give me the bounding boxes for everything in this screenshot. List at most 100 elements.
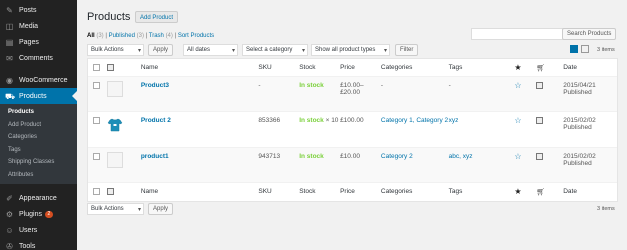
filter-published[interactable]: Published — [109, 33, 135, 39]
table-row: product1 943713 In stock £10.00 Category… — [88, 148, 617, 183]
product-price: £10.00–£20.00 — [340, 82, 364, 96]
col-tags: Tags — [448, 64, 463, 71]
menu-users[interactable]: ☺ Users — [0, 222, 77, 238]
image-column-icon — [106, 64, 114, 71]
table-header-row: Name SKU Stock Price Categories Tags ★ 🛒… — [88, 59, 617, 77]
product-tags[interactable]: xyz — [449, 112, 515, 147]
menu-posts[interactable]: ✎ Posts — [0, 2, 77, 18]
product-type-icon — [536, 117, 544, 124]
row-checkbox[interactable] — [93, 117, 100, 124]
dates-value: All dates — [187, 47, 211, 53]
featured-column-star-icon[interactable]: ★ — [514, 187, 521, 196]
product-name-link[interactable]: product1 — [141, 148, 259, 182]
product-price: £100.00 — [340, 117, 364, 124]
bulk-actions-select[interactable]: Bulk Actions ▾ — [87, 44, 144, 56]
filter-button[interactable]: Filter — [395, 44, 419, 56]
plugins-icon: ⚙ — [5, 209, 14, 219]
col-sku-footer[interactable]: SKU — [258, 183, 299, 201]
product-sku: 943713 — [258, 153, 281, 160]
menu-appearance-label: Appearance — [19, 194, 57, 202]
row-checkbox[interactable] — [93, 82, 100, 89]
pages-icon: ▤ — [5, 37, 14, 47]
product-name-link[interactable]: Product3 — [141, 77, 259, 111]
products-icon: ⛟ — [5, 91, 16, 101]
tshirt-thumbnail-icon[interactable] — [107, 117, 123, 133]
product-name-link[interactable]: Product 2 — [141, 112, 259, 147]
product-thumbnail-placeholder[interactable] — [106, 81, 123, 97]
menu-posts-label: Posts — [19, 6, 37, 14]
stock-status: In stock — [299, 117, 324, 124]
menu-woocommerce-label: WooCommerce — [19, 76, 68, 84]
col-date-footer[interactable]: Date — [563, 183, 617, 201]
add-product-button[interactable]: Add Product — [135, 11, 179, 23]
excerpt-view-icon[interactable] — [581, 45, 589, 53]
product-categories[interactable]: Category 2 — [381, 148, 449, 182]
products-submenu: Products Add Product Categories Tags Shi… — [0, 104, 77, 184]
menu-media[interactable]: ◫ Media — [0, 18, 77, 34]
col-price[interactable]: Price — [340, 59, 381, 76]
menu-pages[interactable]: ▤ Pages — [0, 34, 77, 50]
list-view-icon[interactable] — [570, 45, 578, 53]
dates-select[interactable]: All dates ▾ — [183, 44, 238, 56]
menu-appearance[interactable]: ✐ Appearance — [0, 190, 77, 206]
apply-button-bottom[interactable]: Apply — [148, 203, 174, 215]
filter-all-count: (3) — [96, 33, 104, 39]
menu-tools-label: Tools — [19, 242, 36, 250]
submenu-tags[interactable]: Tags — [0, 144, 77, 157]
select-all-checkbox-footer[interactable] — [93, 188, 100, 195]
apply-button[interactable]: Apply — [148, 44, 174, 56]
product-type-icon — [536, 82, 544, 89]
menu-tools[interactable]: ✇ Tools — [0, 238, 77, 250]
featured-column-star-icon[interactable]: ★ — [514, 63, 521, 72]
woocommerce-icon: ◉ — [6, 75, 13, 85]
main-content: Products Add Product All (3) | Published… — [77, 0, 627, 250]
menu-comments[interactable]: ✉ Comments — [0, 50, 77, 66]
chevron-down-icon: ▾ — [383, 48, 387, 54]
product-type-select[interactable]: Show all product types ▾ — [311, 44, 390, 56]
type-column-cart-icon: 🛒︎ — [536, 189, 546, 196]
col-tags-footer: Tags — [448, 188, 463, 195]
col-date[interactable]: Date — [563, 59, 617, 76]
featured-star-icon[interactable]: ☆ — [514, 81, 521, 90]
appearance-icon: ✐ — [6, 193, 13, 203]
product-tags[interactable]: abc, xyz — [449, 148, 515, 182]
menu-woocommerce[interactable]: ◉ WooCommerce — [0, 72, 77, 88]
submenu-shipping-classes[interactable]: Shipping Classes — [0, 156, 77, 169]
filter-trash[interactable]: Trash — [149, 33, 164, 39]
featured-star-icon[interactable]: ☆ — [514, 116, 521, 125]
select-all-checkbox[interactable] — [93, 64, 100, 71]
category-value: Select a category — [246, 47, 293, 53]
col-stock: Stock — [299, 64, 316, 71]
col-price-footer[interactable]: Price — [340, 183, 381, 201]
product-sku: 853366 — [258, 117, 281, 124]
menu-products-label: Products — [19, 92, 47, 100]
search-products-button[interactable]: Search Products — [562, 28, 617, 40]
submenu-products[interactable]: Products — [0, 106, 77, 119]
product-categories: - — [380, 82, 384, 89]
col-name[interactable]: Name — [141, 59, 259, 76]
product-thumbnail-placeholder[interactable] — [106, 152, 123, 168]
menu-plugins[interactable]: ⚙ Plugins 2 — [0, 206, 77, 222]
bulk-actions-select-bottom[interactable]: Bulk Actions ▾ — [87, 203, 144, 215]
menu-comments-label: Comments — [19, 54, 53, 62]
sort-products-link[interactable]: Sort Products — [178, 33, 214, 39]
filter-all[interactable]: All — [87, 33, 95, 39]
col-sku[interactable]: SKU — [258, 59, 299, 76]
row-checkbox[interactable] — [93, 153, 100, 160]
featured-star-icon[interactable]: ☆ — [514, 152, 521, 161]
submenu-categories[interactable]: Categories — [0, 131, 77, 144]
bulk-actions-value: Bulk Actions — [91, 47, 124, 53]
chevron-down-icon: ▾ — [137, 48, 141, 54]
admin-sidebar: ✎ Posts ◫ Media ▤ Pages ✉ Comments ◉ WooComme… — [0, 0, 77, 250]
table-row: Product3 - In stock £10.00–£20.00 - - ☆ … — [88, 77, 617, 112]
category-select[interactable]: Select a category ▾ — [242, 44, 308, 56]
submenu-add-product[interactable]: Add Product — [0, 119, 77, 132]
menu-products[interactable]: ⛟ Products — [0, 88, 77, 104]
tools-icon: ✇ — [6, 241, 13, 250]
col-name-footer[interactable]: Name — [141, 183, 259, 201]
menu-users-label: Users — [19, 226, 38, 234]
product-categories[interactable]: Category 1, Category 2 — [381, 112, 449, 147]
submenu-attributes[interactable]: Attributes — [0, 169, 77, 182]
col-categories-footer: Categories — [380, 188, 413, 195]
stock-status: In stock — [299, 82, 324, 89]
